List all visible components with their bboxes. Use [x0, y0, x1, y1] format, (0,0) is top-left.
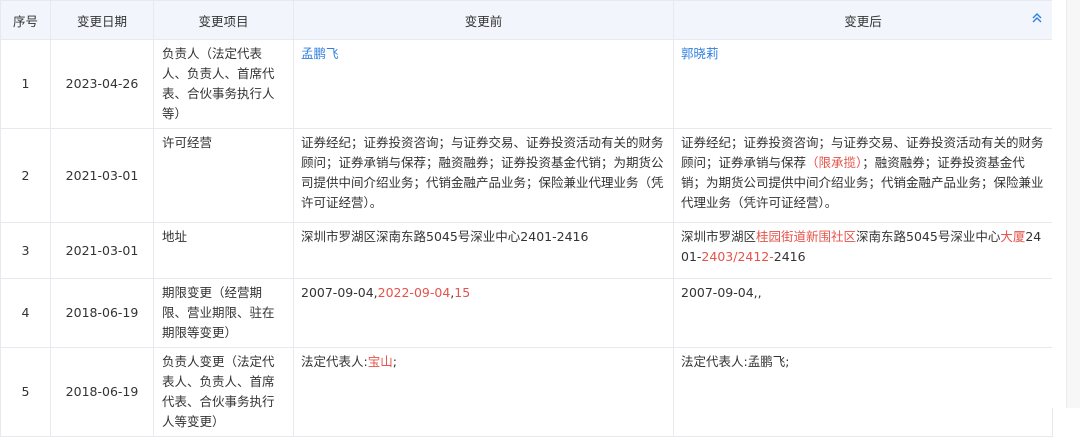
header-after-label: 变更后 — [844, 13, 882, 29]
cell-seq: 4 — [0, 278, 51, 348]
table-row: 5 2018-06-19 负责人变更（法定代表人、负责人、首席代表、合伙事务执行人等… — [0, 347, 1053, 437]
changed-text: 15 — [454, 285, 471, 300]
table-row: 4 2018-06-19 期限变更（经营期限、营业期限、驻在期限等变更） 2007-0… — [0, 278, 1053, 348]
cell-after: 法定代表人:孟鹏飞; — [673, 347, 1053, 437]
text-segment: 法定代表人:孟鹏飞; — [681, 354, 790, 369]
table-row: 3 2021-03-01 地址 深圳市罗湖区深南东路5045号深业中心2401-241… — [0, 222, 1053, 279]
cell-after: 2007-09-04,, — [673, 278, 1053, 348]
cell-date: 2023-04-26 — [50, 39, 154, 129]
changed-text: 2022-09-04 — [377, 285, 451, 300]
text-segment: 2007-09-04,, — [681, 285, 762, 300]
text-segment: 法定代表人: — [301, 354, 368, 369]
text-segment: 深圳市罗湖区深南东路5045号深业中心2401-2416 — [301, 229, 589, 244]
cell-date: 2021-03-01 — [50, 222, 154, 279]
cell-before: 法定代表人:宝山; — [293, 347, 674, 437]
cell-seq: 1 — [0, 39, 51, 129]
header-before: 变更前 — [293, 0, 674, 40]
vertical-scrollbar[interactable] — [1066, 0, 1080, 408]
header-after: 变更后 — [673, 0, 1053, 40]
header-seq: 序号 — [0, 0, 51, 40]
changed-text: 宝山 — [367, 354, 393, 369]
header-date: 变更日期 — [50, 0, 154, 40]
text-segment: 2007-09-04, — [301, 285, 378, 300]
change-records-table: 序号 变更日期 变更项目 变更前 变更后 1 2023-04-26 负责人（法定代表… — [0, 0, 1053, 437]
cell-before: 2007-09-04,2022-09-04,15 — [293, 278, 674, 348]
cell-date: 2018-06-19 — [50, 278, 154, 348]
changed-text: 大厦 — [1000, 229, 1026, 244]
person-name-link[interactable]: 孟鹏飞 — [301, 46, 339, 61]
cell-date: 2018-06-19 — [50, 347, 154, 437]
header-item: 变更项目 — [153, 0, 294, 40]
text-segment: 2416 — [773, 249, 806, 264]
cell-item: 负责人变更（法定代表人、负责人、首席代表、合伙事务执行人等变更） — [153, 347, 294, 437]
table-header-row: 序号 变更日期 变更项目 变更前 变更后 — [0, 0, 1053, 40]
cell-before: 孟鹏飞 — [293, 39, 674, 129]
table-row: 1 2023-04-26 负责人（法定代表人、负责人、首席代表、合伙事务执行人等） 孟… — [0, 39, 1053, 129]
text-segment: 深南东路5045号深业中心 — [856, 229, 1001, 244]
text-segment: 证券经纪；证券投资咨询；与证券交易、证券投资活动有关的财务顾问；证券承销与保荐；… — [301, 135, 664, 210]
change-records-table-wrap: 序号 变更日期 变更项目 变更前 变更后 1 2023-04-26 负责人（法定代表… — [0, 0, 1053, 437]
cell-date: 2021-03-01 — [50, 128, 154, 223]
cell-item: 地址 — [153, 222, 294, 279]
changed-text: 2403/2412- — [701, 249, 774, 264]
cell-item: 期限变更（经营期限、营业期限、驻在期限等变更） — [153, 278, 294, 348]
cell-before: 深圳市罗湖区深南东路5045号深业中心2401-2416 — [293, 222, 674, 279]
cell-after: 证券经纪；证券投资咨询；与证券交易、证券投资活动有关的财务顾问；证券承销与保荐（… — [673, 128, 1053, 223]
cell-after: 郭晓莉 — [673, 39, 1053, 129]
cell-item: 负责人（法定代表人、负责人、首席代表、合伙事务执行人等） — [153, 39, 294, 129]
chevrons-up-icon[interactable] — [1030, 11, 1044, 25]
cell-before: 证券经纪；证券投资咨询；与证券交易、证券投资活动有关的财务顾问；证券承销与保荐；… — [293, 128, 674, 223]
person-name-link[interactable]: 郭晓莉 — [681, 46, 719, 61]
changed-text: 桂园街道新围社区 — [756, 229, 857, 244]
changed-text: （限承揽） — [806, 155, 863, 170]
cell-item: 许可经营 — [153, 128, 294, 223]
text-segment: 深圳市罗湖区 — [681, 229, 757, 244]
cell-seq: 2 — [0, 128, 51, 223]
text-segment: ; — [392, 354, 397, 369]
table-row: 2 2021-03-01 许可经营 证券经纪；证券投资咨询；与证券交易、证券投资活动有… — [0, 128, 1053, 223]
cell-seq: 3 — [0, 222, 51, 279]
cell-after: 深圳市罗湖区桂园街道新围社区深南东路5045号深业中心大厦2401-2403/2… — [673, 222, 1053, 279]
cell-seq: 5 — [0, 347, 51, 437]
